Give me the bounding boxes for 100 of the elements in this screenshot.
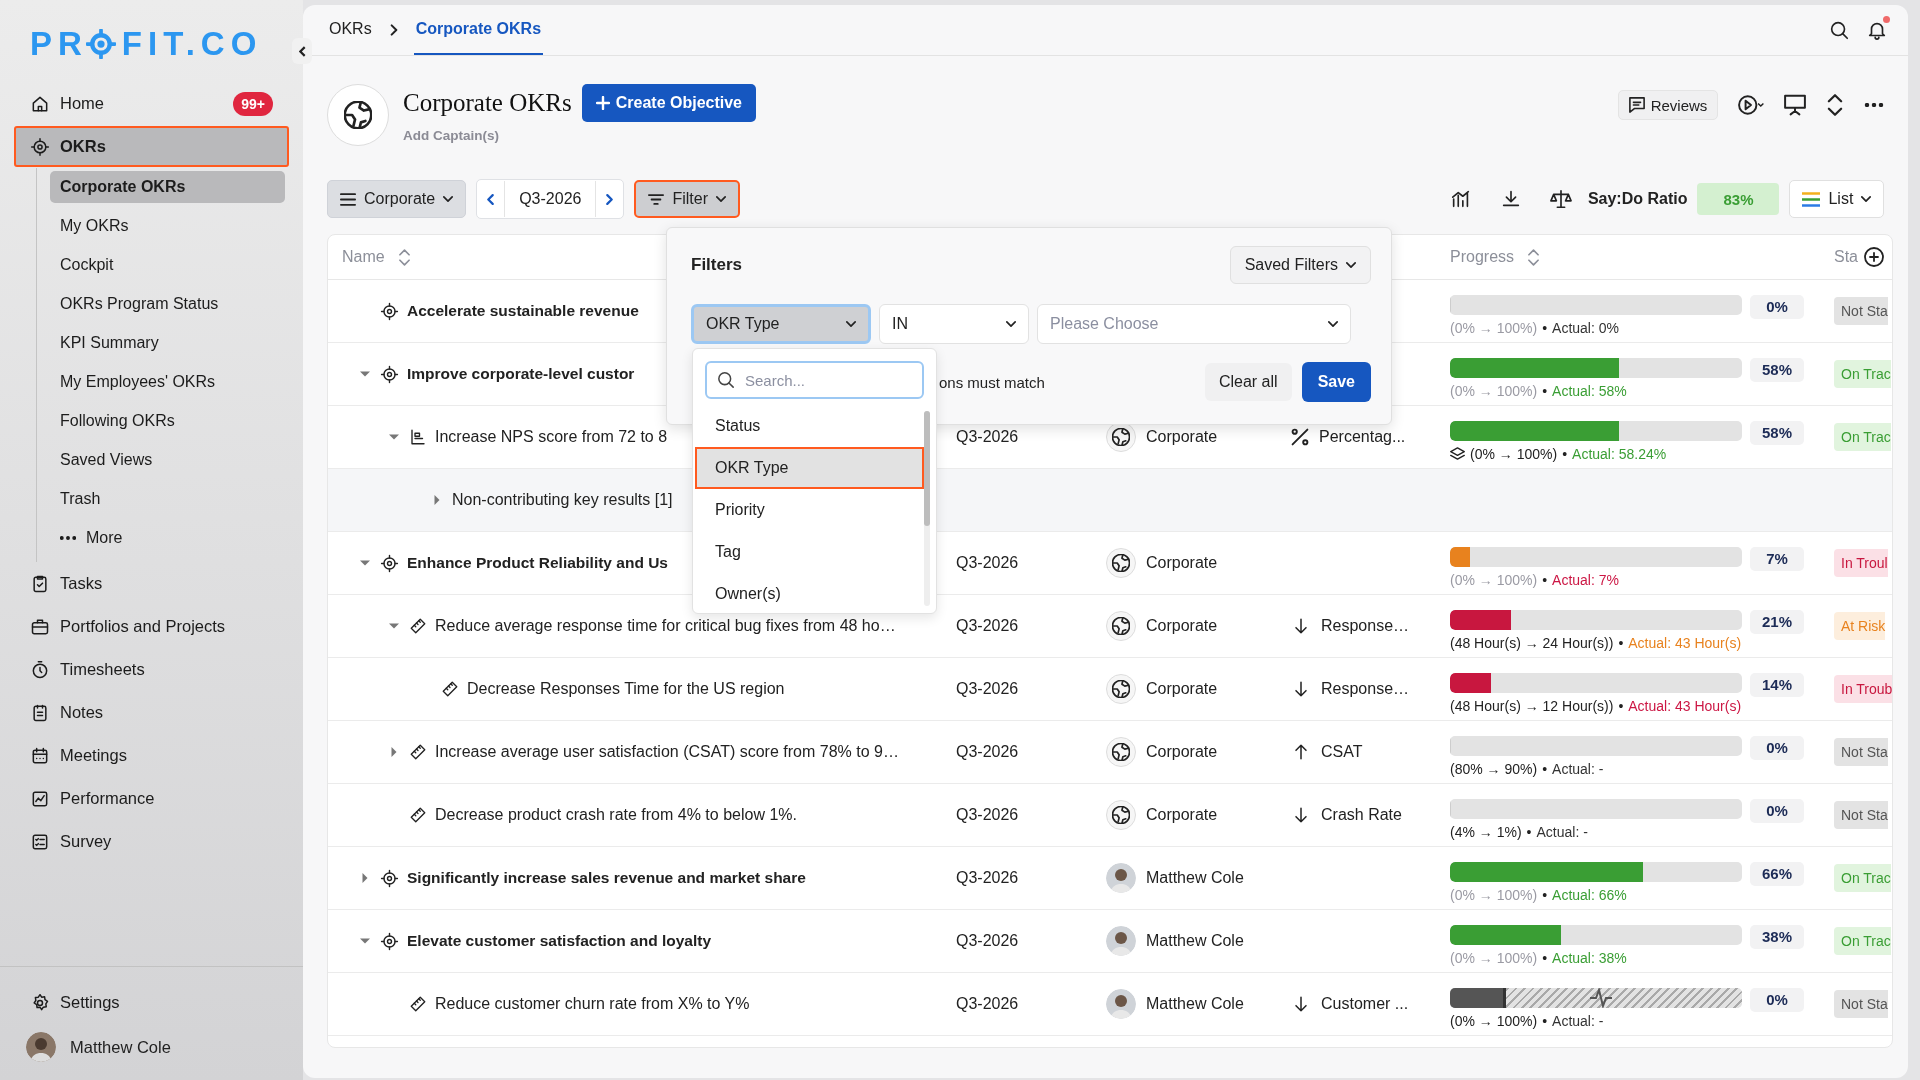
filter-button[interactable]: Filter [634, 180, 740, 218]
logo-text: FIT.CO [121, 25, 263, 63]
user-name[interactable]: Matthew Cole [70, 1037, 171, 1057]
dropdown-option[interactable]: Priority [695, 489, 924, 531]
okr-title[interactable]: Decrease Responses Time for the US region [467, 680, 785, 698]
status-tag: Not Sta [1834, 801, 1888, 829]
owner-name: Corporate [1146, 554, 1218, 572]
okr-title[interactable]: Significantly increase sales revenue and market share [407, 869, 806, 887]
dropdown-option[interactable]: Tag [695, 531, 924, 573]
scrollbar[interactable] [924, 411, 930, 606]
target-range: (0% → 100%) [1450, 319, 1538, 336]
breadcrumb-link[interactable]: OKRs [327, 5, 374, 55]
okr-title[interactable]: Reduce average response time for critical bug fixes from 48 ho… [435, 617, 896, 635]
nav-subitem[interactable]: Corporate OKRs [50, 171, 285, 203]
nav-item[interactable]: Notes [14, 692, 289, 733]
period-text: Q3-2026 [956, 554, 1019, 571]
globe-icon [1112, 806, 1130, 824]
reviews-button[interactable]: Reviews [1617, 90, 1719, 120]
bullet: • [1618, 697, 1624, 714]
okr-title[interactable]: Decrease product crash rate from 4% to below 1%. [435, 806, 797, 824]
target-icon [380, 553, 399, 573]
save-button[interactable]: Save [1301, 362, 1371, 402]
sort-icon [398, 248, 410, 266]
search-field[interactable]: Search... [705, 361, 924, 399]
play-icon [1738, 95, 1765, 115]
view-dropdown[interactable]: Corporate [327, 180, 467, 218]
caret-icon[interactable] [389, 621, 399, 631]
dropdown-option[interactable]: OKR Type [695, 447, 924, 489]
caret-icon [716, 196, 726, 202]
caret-icon[interactable] [389, 432, 399, 442]
bullet: • [1542, 760, 1548, 777]
nav-item[interactable]: Meetings [14, 735, 289, 776]
collapse-button[interactable] [292, 38, 312, 64]
notification-dot [1883, 16, 1891, 23]
caret-icon[interactable] [432, 495, 442, 505]
period-text: Q3-2026 [956, 680, 1019, 697]
nav-item[interactable]: OKRs [14, 126, 289, 167]
okr-title[interactable]: Elevate customer satisfaction and loyalty [407, 932, 712, 950]
add-column-icon [1864, 247, 1884, 267]
caret-icon[interactable] [389, 747, 399, 757]
okr-title[interactable]: Improve corporate-level custor [407, 365, 635, 383]
more-icon [1864, 103, 1885, 107]
caret-icon[interactable] [360, 873, 370, 883]
nav-subitem[interactable]: More [50, 522, 285, 554]
avatar [1106, 989, 1136, 1019]
avatar [26, 1032, 56, 1062]
nav-subitem[interactable]: KPI Summary [50, 327, 285, 359]
actual-value: Actual: 43 Hour(s) [1628, 634, 1742, 651]
nav-item[interactable]: Timesheets [14, 649, 289, 690]
dropdown-option[interactable]: Owner(s) [695, 573, 924, 615]
presentation-icon [1784, 94, 1807, 116]
nav-subitem[interactable]: OKRs Program Status [50, 288, 285, 320]
globe-icon [1112, 617, 1130, 635]
field-select[interactable]: OKR Type [691, 304, 871, 344]
layout-dropdown[interactable]: List [1789, 180, 1885, 218]
saved-filters-button[interactable]: Saved Filters [1229, 246, 1371, 284]
nav-subitem[interactable]: Trash [50, 483, 285, 515]
owner-name: Corporate [1146, 743, 1218, 761]
actual-value: Actual: - [1552, 760, 1604, 777]
okr-title[interactable]: Reduce customer churn rate from X% to Y% [435, 995, 750, 1013]
status-tag: In Troub [1834, 675, 1893, 703]
globe-icon [1112, 554, 1130, 572]
percent-badge: 0% [1750, 294, 1804, 319]
okr-title[interactable]: Increase NPS score from 72 to 8 [435, 428, 668, 446]
metric-name: Customer ... [1321, 995, 1409, 1013]
nav-subitem[interactable]: Cockpit [50, 249, 285, 281]
caret-icon[interactable] [360, 558, 370, 568]
dropdown-option[interactable]: Status [695, 405, 924, 447]
expand-icon [1826, 94, 1845, 116]
nav-item[interactable]: Portfolios and Projects [14, 606, 289, 647]
period-text: Q3-2026 [956, 869, 1019, 886]
globe-icon [1112, 428, 1130, 446]
nav-item[interactable]: Home 99+ [14, 83, 289, 124]
nav-item[interactable]: Performance [14, 778, 289, 819]
okr-title[interactable]: Enhance Product Reliability and Us [407, 554, 668, 572]
nav-item[interactable]: Survey [14, 821, 289, 862]
okr-title[interactable]: Increase average user satisfaction (CSAT) score from 78% to 9… [435, 743, 899, 761]
nav-subitem[interactable]: Saved Views [50, 444, 285, 476]
nav-subitem[interactable]: My OKRs [50, 210, 285, 242]
calendar-icon [30, 745, 50, 766]
caret-icon[interactable] [360, 936, 370, 946]
okr-title[interactable]: Accelerate sustainable revenue [407, 302, 639, 320]
ratio-badge: 83% [1697, 183, 1780, 215]
nav-subitem[interactable]: Following OKRs [50, 405, 285, 437]
clear-all-button[interactable]: Clear all [1204, 363, 1292, 401]
nav-item[interactable]: Tasks [14, 563, 289, 604]
menu-icon [340, 192, 356, 206]
bullet: • [1542, 1012, 1548, 1029]
caret-icon[interactable] [360, 369, 370, 379]
owner-name: Corporate [1146, 428, 1218, 446]
target-icon [380, 301, 399, 321]
operator-select[interactable]: IN [879, 304, 1029, 344]
status-tag: On Trac [1834, 360, 1891, 388]
ruler-icon [409, 995, 427, 1013]
logo-text: PR [30, 25, 88, 63]
breadcrumb-link[interactable]: Corporate OKRs [413, 5, 544, 55]
nav-subitem[interactable]: My Employees' OKRs [50, 366, 285, 398]
settings-item[interactable]: Settings [14, 982, 289, 1023]
create-objective-button[interactable]: Create Objective [581, 84, 756, 122]
okr-title[interactable]: Non-contributing key results [1] [452, 491, 673, 509]
